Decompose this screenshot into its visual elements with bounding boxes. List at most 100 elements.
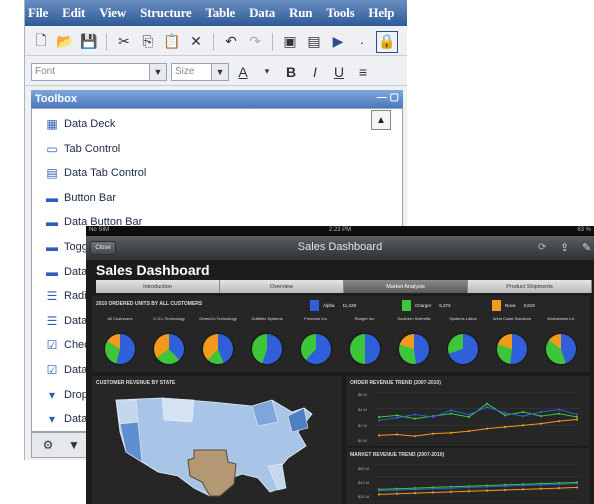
- toolbox-item[interactable]: ▦ Data Deck: [44, 113, 115, 135]
- toolbox-item[interactable]: ☰ Radi: [44, 285, 87, 307]
- underline-icon[interactable]: U: [329, 62, 349, 82]
- chevron-down-icon[interactable]: ▼: [211, 63, 228, 80]
- map-state-wa[interactable]: [115, 399, 139, 425]
- data-point[interactable]: [467, 486, 471, 489]
- menu-item-table[interactable]: Table: [202, 5, 235, 21]
- toolbox-item[interactable]: ▾ Data: [44, 408, 87, 430]
- data-point[interactable]: [449, 409, 453, 412]
- data-point[interactable]: [395, 414, 399, 417]
- menu-item-help[interactable]: Help: [365, 5, 394, 21]
- data-point[interactable]: [503, 488, 507, 492]
- data-point[interactable]: [395, 492, 399, 495]
- data-point[interactable]: [395, 416, 399, 419]
- undo-icon[interactable]: ↶: [221, 32, 241, 52]
- data-point[interactable]: [557, 408, 561, 411]
- menu-item-view[interactable]: View: [96, 5, 126, 21]
- toolbox-window-controls[interactable]: — ▢: [377, 92, 399, 103]
- pie-chart[interactable]: [448, 334, 478, 364]
- toolbox-tab-icon[interactable]: ⚙: [38, 435, 58, 455]
- toolbox-item[interactable]: ▬ Data: [44, 261, 87, 283]
- share-icon[interactable]: ⇪: [560, 241, 569, 254]
- menu-item-data[interactable]: Data: [246, 5, 275, 21]
- data-point[interactable]: [431, 432, 435, 435]
- bold-icon[interactable]: B: [281, 62, 301, 82]
- cut-icon[interactable]: ✂: [114, 32, 134, 52]
- copy-icon[interactable]: ⎘: [138, 32, 158, 52]
- data-point[interactable]: [539, 487, 543, 490]
- data-point[interactable]: [485, 489, 489, 492]
- data-point[interactable]: [575, 482, 579, 485]
- new-file-icon[interactable]: 🗋: [31, 32, 51, 52]
- data-point[interactable]: [485, 427, 489, 430]
- market-trend-chart[interactable]: [376, 464, 580, 502]
- data-point[interactable]: [557, 486, 561, 490]
- order-trend-chart[interactable]: [376, 392, 580, 442]
- menu-item-file[interactable]: File: [25, 5, 48, 21]
- data-point[interactable]: [521, 424, 525, 427]
- menu-item-edit[interactable]: Edit: [59, 5, 85, 21]
- pie-chart[interactable]: [546, 334, 576, 364]
- data-point[interactable]: [539, 483, 543, 486]
- data-point[interactable]: [395, 433, 399, 436]
- toolbox-item[interactable]: ☑ Data: [44, 359, 88, 381]
- data-point[interactable]: [431, 491, 435, 494]
- save-icon[interactable]: 💾: [79, 32, 99, 52]
- data-point[interactable]: [413, 417, 417, 420]
- pie-chart[interactable]: [154, 334, 184, 364]
- data-point[interactable]: [449, 486, 453, 490]
- data-point[interactable]: [485, 485, 489, 488]
- data-point[interactable]: [377, 489, 381, 492]
- refresh-icon[interactable]: ⟳: [538, 242, 546, 253]
- data-point[interactable]: [539, 410, 543, 414]
- data-point[interactable]: [521, 488, 525, 491]
- chevron-down-icon[interactable]: ▼: [149, 63, 166, 80]
- data-point[interactable]: [413, 435, 417, 438]
- lock-icon[interactable]: 🔒: [376, 30, 398, 53]
- data-point[interactable]: [395, 488, 399, 492]
- data-point[interactable]: [521, 410, 525, 414]
- paste-icon[interactable]: 📋: [162, 32, 182, 52]
- toolbox-item[interactable]: ▬ Button Bar: [44, 187, 116, 209]
- data-point[interactable]: [575, 415, 579, 419]
- data-point[interactable]: [467, 415, 471, 419]
- table-icon[interactable]: ▤: [304, 32, 324, 52]
- toolbox-item[interactable]: ▭ Tab Control: [44, 138, 120, 160]
- data-point[interactable]: [377, 493, 381, 496]
- pie-chart[interactable]: [252, 334, 282, 364]
- data-point[interactable]: [377, 415, 381, 419]
- data-point[interactable]: [413, 492, 417, 495]
- tab-introduction[interactable]: Introduction: [96, 280, 220, 293]
- data-point[interactable]: [449, 490, 453, 493]
- toolbox-item[interactable]: ▤ Data Tab Control: [44, 162, 146, 184]
- open-folder-icon[interactable]: 📂: [55, 32, 75, 52]
- form-icon[interactable]: ▣: [280, 32, 300, 52]
- more-dropdown-icon[interactable]: ·: [352, 32, 372, 52]
- pie-chart[interactable]: [105, 334, 135, 364]
- toolbox-item[interactable]: ▬ Togg: [44, 236, 88, 258]
- scroll-up-icon[interactable]: ▲: [371, 110, 391, 130]
- menu-item-tools[interactable]: Tools: [323, 5, 354, 21]
- delete-icon[interactable]: ✕: [186, 32, 206, 52]
- italic-icon[interactable]: I: [305, 62, 325, 82]
- properties-tab-icon[interactable]: ▼: [64, 435, 84, 455]
- data-point[interactable]: [377, 434, 381, 437]
- data-point[interactable]: [413, 488, 417, 491]
- data-point[interactable]: [467, 430, 471, 433]
- data-point[interactable]: [539, 422, 543, 425]
- data-point[interactable]: [557, 420, 561, 423]
- run-icon[interactable]: ▶: [328, 32, 348, 52]
- size-select[interactable]: Size ▼: [171, 62, 229, 81]
- data-point[interactable]: [467, 490, 471, 493]
- menu-item-structure[interactable]: Structure: [137, 5, 192, 21]
- pie-chart[interactable]: [399, 334, 429, 364]
- data-point[interactable]: [431, 415, 435, 419]
- pie-chart[interactable]: [301, 334, 331, 364]
- data-point[interactable]: [575, 418, 579, 421]
- data-point[interactable]: [503, 414, 507, 417]
- data-point[interactable]: [449, 412, 453, 415]
- data-point[interactable]: [485, 405, 489, 409]
- tab-overview[interactable]: Overview: [220, 280, 344, 293]
- pie-chart[interactable]: [350, 334, 380, 364]
- tab-product-shipments[interactable]: Product Shipments: [468, 280, 592, 293]
- toolbox-item[interactable]: ▾ Drop: [44, 384, 88, 406]
